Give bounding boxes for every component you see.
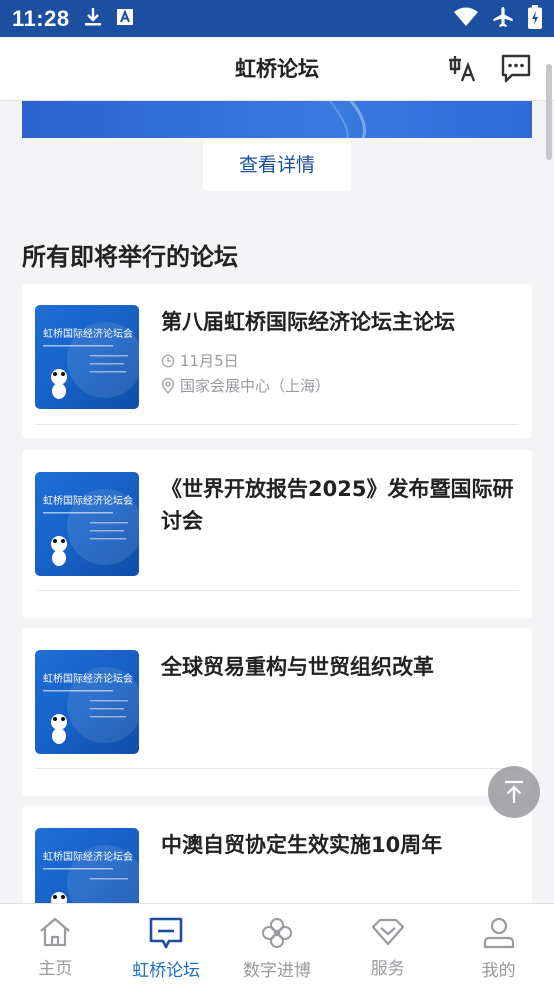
thumb-caption: 虹桥国际经济论坛会	[43, 494, 133, 507]
clock-icon	[161, 354, 175, 367]
bottom-tab-bar: 主页 虹桥论坛 数字进博 服务 我的	[0, 903, 554, 984]
forum-title: 《世界开放报告2025》发布暨国际研讨会	[161, 477, 514, 533]
forum-location: 国家会展中心（上海）	[161, 375, 330, 396]
section-title: 所有即将举行的论坛	[22, 243, 238, 271]
forum-date: 11月5日	[161, 350, 239, 371]
wifi-icon	[454, 7, 478, 31]
forum-title: 全球贸易重构与世贸组织改革	[161, 655, 434, 679]
forum-thumbnail: 虹桥国际经济论坛会	[35, 472, 139, 576]
forum-title: 中澳自贸协定生效实施10周年	[161, 833, 443, 857]
forum-thumbnail: 虹桥国际经济论坛会	[35, 650, 139, 754]
card-divider	[35, 424, 519, 425]
status-time: 11:28	[12, 5, 70, 31]
thumb-caption: 虹桥国际经济论坛会	[43, 850, 133, 863]
scrollbar[interactable]	[546, 64, 552, 160]
language-switch-icon[interactable]	[446, 51, 480, 85]
location-pin-icon	[161, 377, 175, 394]
tab-profile[interactable]: 我的	[443, 904, 554, 984]
app-bar: 虹桥论坛	[0, 37, 554, 101]
clover-icon	[261, 918, 292, 948]
thumb-caption: 虹桥国际经济论坛会	[43, 327, 133, 340]
tab-home-label: 主页	[38, 959, 73, 979]
forum-card[interactable]: 虹桥国际经济论坛会 第八届虹桥国际经济论坛主论坛 11月5日 国家会展中心（上海…	[22, 284, 532, 438]
airplane-icon	[492, 6, 514, 32]
back-to-top-button[interactable]	[488, 766, 540, 818]
person-icon	[483, 917, 514, 949]
forum-icon	[149, 917, 183, 949]
home-icon	[40, 917, 71, 947]
content-area[interactable]: 查看详情 所有即将举行的论坛 虹桥国际经济论坛会 第八届虹桥国际经济论坛主论坛 …	[0, 101, 554, 903]
tab-digital-expo[interactable]: 数字进博	[222, 904, 333, 984]
tab-forum[interactable]: 虹桥论坛	[111, 904, 222, 984]
status-bar: 11:28	[0, 0, 554, 37]
forum-card[interactable]: 虹桥国际经济论坛会 中澳自贸协定生效实施10周年	[22, 806, 532, 903]
forum-thumbnail: 虹桥国际经济论坛会	[35, 305, 139, 409]
tab-digital-expo-label: 数字进博	[242, 961, 311, 981]
view-details-button[interactable]: 查看详情	[203, 140, 351, 191]
forum-thumbnail: 虹桥国际经济论坛会	[35, 828, 139, 903]
tab-services-label: 服务	[370, 959, 405, 979]
thumb-caption: 虹桥国际经济论坛会	[43, 672, 133, 685]
forum-location-text: 国家会展中心（上海）	[180, 377, 331, 395]
tab-profile-label: 我的	[481, 961, 516, 981]
message-icon[interactable]	[499, 51, 533, 85]
tab-forum-label: 虹桥论坛	[132, 961, 201, 981]
card-divider	[35, 768, 519, 769]
download-icon	[84, 7, 102, 31]
banner-image[interactable]	[22, 101, 532, 138]
forum-date-text: 11月5日	[180, 352, 239, 370]
forum-title: 第八届虹桥国际经济论坛主论坛	[161, 310, 455, 334]
translate-notification-icon	[116, 8, 134, 30]
tab-home[interactable]: 主页	[0, 904, 111, 984]
diamond-icon	[371, 918, 404, 946]
forum-card[interactable]: 虹桥国际经济论坛会 《世界开放报告2025》发布暨国际研讨会	[22, 450, 532, 618]
card-divider	[35, 590, 519, 591]
arrow-up-icon	[505, 780, 523, 803]
tab-services[interactable]: 服务	[332, 904, 443, 984]
forum-card[interactable]: 虹桥国际经济论坛会 全球贸易重构与世贸组织改革	[22, 628, 532, 796]
battery-charging-icon	[528, 4, 542, 33]
